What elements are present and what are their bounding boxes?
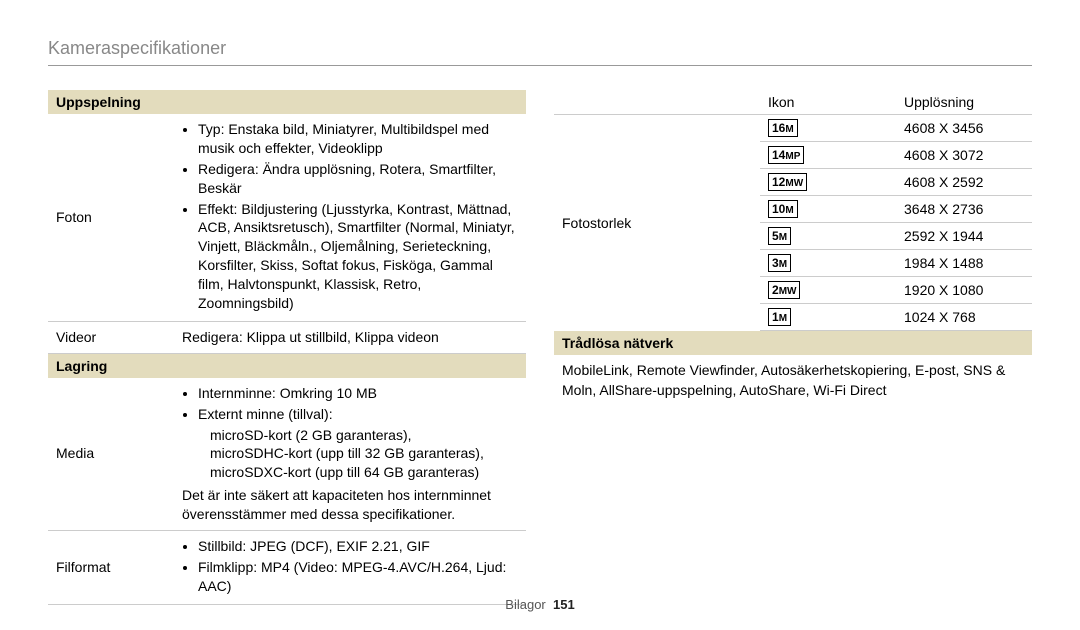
row-filformat-value: Stillbild: JPEG (DCF), EXIF 2.21, GIF Fi… [182, 537, 518, 598]
photo-size-row: 12MW 4608 X 2592 [760, 169, 1032, 196]
photo-size-row: 10M 3648 X 2736 [760, 196, 1032, 223]
photo-size-resolution: 1024 X 768 [896, 305, 1032, 329]
megapixel-icon: 16M [768, 119, 798, 137]
page-title: Kameraspecifikationer [48, 38, 1032, 59]
row-videor: Videor Redigera: Klippa ut stillbild, Kl… [48, 322, 526, 354]
megapixel-icon: 14MP [768, 146, 804, 164]
photo-size-icon-cell: 16M [760, 115, 896, 141]
right-column: Ikon Upplösning Fotostorlek 16M 4608 X 34… [554, 90, 1032, 605]
photo-size-rows: 16M 4608 X 3456 14MP 4608 X 3072 12MW 4608 X … [760, 115, 1032, 331]
page: Kameraspecifikationer Uppspelning Foton … [0, 0, 1080, 630]
row-foton-value: Typ: Enstaka bild, Miniatyrer, Multibild… [182, 120, 518, 315]
photo-size-row: 1M 1024 X 768 [760, 304, 1032, 331]
megapixel-icon: 1M [768, 308, 791, 326]
section-header-storage: Lagring [48, 354, 526, 378]
row-filformat-label: Filformat [56, 537, 182, 598]
footer-label: Bilagor [505, 597, 545, 612]
wireless-body: MobileLink, Remote Viewfinder, Autosäker… [554, 355, 1032, 406]
photo-size-icon-cell: 1M [760, 304, 896, 330]
photo-size-header-res: Upplösning [896, 90, 1032, 114]
row-media-label: Media [56, 384, 182, 524]
row-videor-label: Videor [56, 328, 182, 347]
filformat-bullet-1: Stillbild: JPEG (DCF), EXIF 2.21, GIF [198, 537, 518, 556]
photo-size-resolution: 2592 X 1944 [896, 224, 1032, 248]
media-note: Det är inte säkert att kapaciteten hos i… [182, 486, 518, 524]
section-header-wireless: Trådlösa nätverk [554, 331, 1032, 355]
photo-size-resolution: 4608 X 2592 [896, 170, 1032, 194]
photo-size-resolution: 4608 X 3072 [896, 143, 1032, 167]
photo-size-icon-cell: 14MP [760, 142, 896, 168]
photo-size-label: Fotostorlek [554, 115, 760, 331]
photo-size-icon-cell: 10M [760, 196, 896, 222]
megapixel-icon: 3M [768, 254, 791, 272]
megapixel-icon: 10M [768, 200, 798, 218]
foton-bullet-2: Redigera: Ändra upplösning, Rotera, Smar… [198, 160, 518, 198]
row-filformat: Filformat Stillbild: JPEG (DCF), EXIF 2.… [48, 531, 526, 605]
photo-size-row: 16M 4608 X 3456 [760, 115, 1032, 142]
media-bullet-2: Externt minne (tillval): [198, 405, 518, 424]
photo-size-icon-cell: 12MW [760, 169, 896, 195]
section-header-playback: Uppspelning [48, 90, 526, 114]
media-sub-3: microSDXC-kort (upp till 64 GB garantera… [182, 463, 518, 482]
foton-bullet-1: Typ: Enstaka bild, Miniatyrer, Multibild… [198, 120, 518, 158]
media-sub-2: microSDHC-kort (upp till 32 GB garantera… [182, 444, 518, 463]
foton-bullet-3: Effekt: Bildjustering (Ljusstyrka, Kontr… [198, 200, 518, 313]
photo-size-header-blank [554, 90, 760, 114]
photo-size-row: 2MW 1920 X 1080 [760, 277, 1032, 304]
footer-page: 151 [553, 597, 575, 612]
photo-size-icon-cell: 2MW [760, 277, 896, 303]
megapixel-icon: 5M [768, 227, 791, 245]
row-media: Media Internminne: Omkring 10 MB Externt… [48, 378, 526, 531]
photo-size-resolution: 1984 X 1488 [896, 251, 1032, 275]
title-rule [48, 65, 1032, 66]
photo-size-resolution: 4608 X 3456 [896, 116, 1032, 140]
photo-size-icon-cell: 3M [760, 250, 896, 276]
photo-size-table: Fotostorlek 16M 4608 X 3456 14MP 4608 X 307… [554, 115, 1032, 331]
photo-size-header-row: Ikon Upplösning [554, 90, 1032, 115]
row-media-value: Internminne: Omkring 10 MB Externt minne… [182, 384, 518, 524]
photo-size-row: 5M 2592 X 1944 [760, 223, 1032, 250]
photo-size-row: 14MP 4608 X 3072 [760, 142, 1032, 169]
row-videor-value: Redigera: Klippa ut stillbild, Klippa vi… [182, 328, 518, 347]
media-bullet-1: Internminne: Omkring 10 MB [198, 384, 518, 403]
photo-size-row: 3M 1984 X 1488 [760, 250, 1032, 277]
footer: Bilagor 151 [0, 597, 1080, 612]
megapixel-icon: 12MW [768, 173, 807, 191]
left-column: Uppspelning Foton Typ: Enstaka bild, Min… [48, 90, 526, 605]
photo-size-icon-cell: 5M [760, 223, 896, 249]
row-foton-label: Foton [56, 120, 182, 315]
filformat-bullet-2: Filmklipp: MP4 (Video: MPEG-4.AVC/H.264,… [198, 558, 518, 596]
photo-size-resolution: 3648 X 2736 [896, 197, 1032, 221]
row-foton: Foton Typ: Enstaka bild, Miniatyrer, Mul… [48, 114, 526, 322]
media-sub-1: microSD-kort (2 GB garanteras), [182, 426, 518, 445]
columns: Uppspelning Foton Typ: Enstaka bild, Min… [48, 90, 1032, 605]
photo-size-resolution: 1920 X 1080 [896, 278, 1032, 302]
megapixel-icon: 2MW [768, 281, 800, 299]
photo-size-header-icon: Ikon [760, 90, 896, 114]
